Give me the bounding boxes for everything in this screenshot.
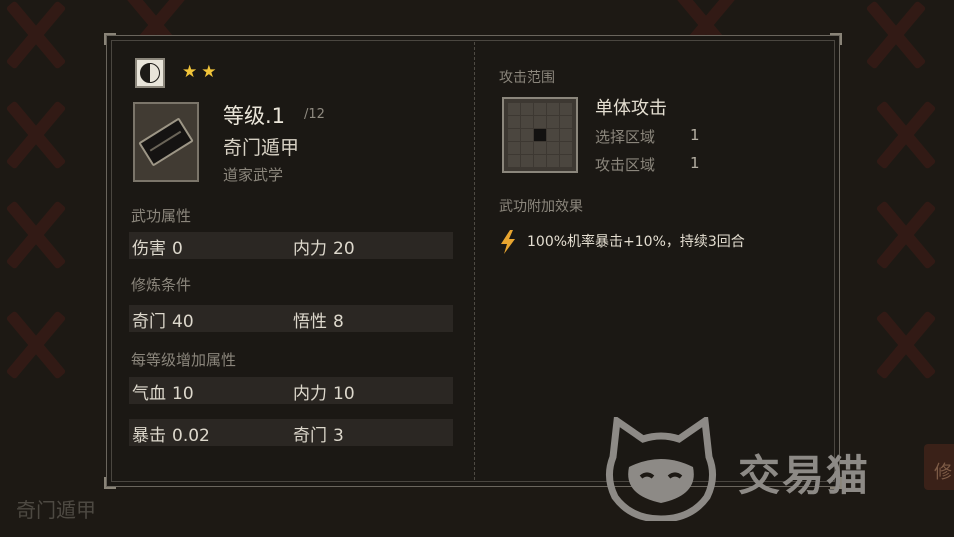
attack-target-cell [534,129,546,141]
per-level-crit: 暴击 0.02 [132,426,210,446]
per-level-row: 暴击 0.02 奇门 3 [129,419,453,446]
attack-range-title: 攻击范围 [499,70,555,86]
panel-divider [474,42,475,480]
skill-school: 道家武学 [223,166,284,184]
effect-description: 100%机率暴击+10%，持续3回合 [527,234,745,250]
yin-yang-icon [135,58,165,88]
panel-inner-border [111,40,835,482]
requirements-row: 奇门 40 悟性 8 [129,305,453,332]
skill-name: 奇门遁甲 [223,137,300,159]
req-comprehension: 悟性 8 [293,312,344,332]
skill-detail-panel: ★★ 等级.1 /12 奇门遁甲 道家武学 武功属性 伤害 0 内力 20 修炼条件… [104,33,842,489]
background-mark [870,100,940,170]
cat-logo-icon [606,417,716,521]
req-qimen: 奇门 40 [132,312,194,332]
panel-corner [830,33,842,45]
background-mark [870,310,940,380]
skill-book-icon [133,102,199,182]
panel-corner [104,477,116,489]
stat-inner-power: 内力 20 [293,239,355,259]
skill-level: 等级.1 [223,104,286,128]
per-level-row: 气血 10 内力 10 [129,377,453,404]
requirements-title: 修炼条件 [131,276,192,294]
per-level-inner-power: 内力 10 [293,384,355,404]
per-level-qimen: 奇门 3 [293,426,344,446]
star-rating: ★★ [182,62,221,82]
background-mark [860,0,930,70]
background-mark [0,0,70,70]
attack-type: 单体攻击 [595,98,667,119]
background-skill-label: 奇门遁甲 [16,498,96,522]
lightning-icon [501,230,515,254]
panel-corner [104,33,116,45]
watermark-text: 交易猫 [738,451,871,500]
cultivate-button[interactable]: 修 [924,444,954,490]
select-area-row: 选择区域 1 [595,126,700,146]
per-level-title: 每等级增加属性 [131,351,237,369]
background-mark [0,310,70,380]
attack-area-row: 攻击区域 1 [595,154,700,174]
per-level-hp: 气血 10 [132,384,194,404]
effects-title: 武功附加效果 [499,199,583,215]
skill-level-max: /12 [304,107,325,122]
attributes-row: 伤害 0 内力 20 [129,232,453,259]
stat-damage: 伤害 0 [132,239,183,259]
background-mark [0,100,70,170]
background-mark [0,200,70,270]
background-mark [870,200,940,270]
attack-range-grid [502,97,578,173]
attributes-title: 武功属性 [131,207,192,225]
